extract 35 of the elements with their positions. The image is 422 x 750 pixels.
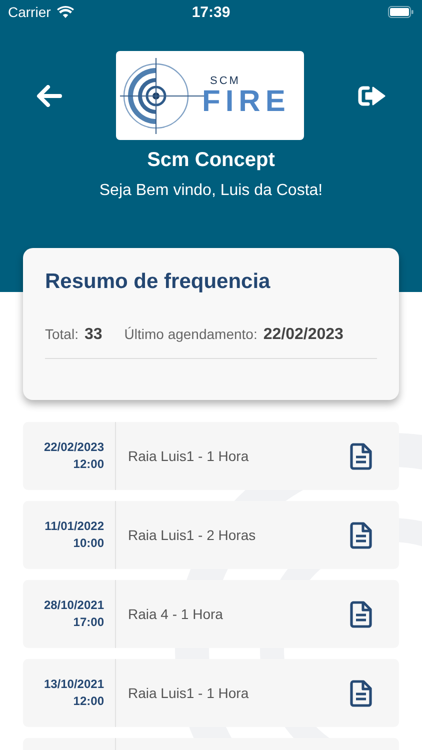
booking-date: 11/01/2022 [44,518,104,535]
back-arrow-icon[interactable] [36,84,62,106]
booking-description: Raia 4 - 1 Hora [127,606,224,622]
booking-description: Raia Luis1 - 2 Horas [127,527,257,543]
booking-description: Raia Luis1 - 1 Hora [127,685,250,701]
wifi-icon [56,6,74,18]
company-name: Scm Concept [146,149,276,172]
carrier-label: Carrier [8,4,51,20]
total-label: Total: [45,326,78,342]
clock-time: 17:39 [190,4,232,20]
welcome-message: Seja Bem vindo, Luis da Costa! [98,182,324,200]
booking-date: 22/02/2023 [44,439,104,456]
logo-text: SCM [210,74,242,86]
booking-time: 12:00 [73,456,104,473]
booking-row[interactable]: 13/10/2021 12:00 Raia Luis1 - 1 Hora [23,659,399,727]
document-icon[interactable] [350,600,372,628]
logout-icon[interactable] [358,84,386,106]
last-booking-date: 22/02/2023 [263,326,344,344]
booking-row[interactable]: 28/10/2021 17:00 Raia 4 - 1 Hora [23,580,399,648]
booking-row[interactable]: 22/02/2023 12:00 Raia Luis1 - 1 Hora [23,422,399,490]
booking-row[interactable]: 11/01/2022 10:00 Raia Luis1 - 2 Horas [23,501,399,569]
booking-date: 13/10/2021 [44,676,104,693]
booking-description: Raia Luis1 - 1 Hora [127,448,250,464]
document-icon[interactable] [350,680,372,706]
booking-date: 28/10/2021 [44,597,104,614]
document-icon[interactable] [350,522,372,548]
document-icon[interactable] [350,442,372,470]
booking-time: 17:00 [73,614,104,631]
total-value: 33 [84,326,102,344]
logo-text: FIRE [202,86,290,116]
booking-time: 10:00 [73,535,104,552]
booking-time: 12:00 [73,693,104,710]
battery-icon [388,6,414,18]
card-title: Resumo de frequencia [45,270,272,294]
last-booking-label: Último agendamento: [124,326,258,342]
